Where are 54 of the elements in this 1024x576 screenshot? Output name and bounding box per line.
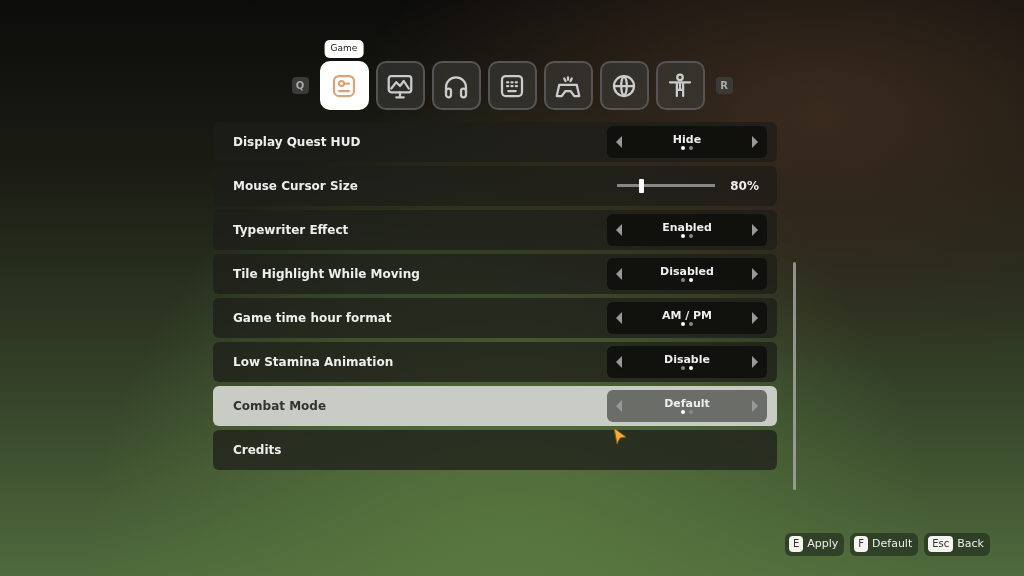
option-selector[interactable]: Disable [607, 346, 767, 378]
tooltip: Game [324, 40, 364, 58]
tab[interactable] [375, 61, 425, 110]
setting-row[interactable]: Mouse Cursor Size 80% [213, 166, 777, 206]
option-selector[interactable]: AM / PM [607, 302, 767, 334]
option-value: Hide [672, 133, 702, 147]
right-arrow-icon[interactable] [751, 135, 759, 149]
setting-label: Tile Highlight While Moving [233, 266, 420, 283]
left-arrow-icon[interactable] [615, 135, 623, 149]
setting-row[interactable]: Low Stamina Animation Disable [213, 342, 777, 382]
right-arrow-icon[interactable] [751, 311, 759, 325]
setting-row[interactable]: Typewriter Effect Enabled [213, 210, 777, 250]
tab[interactable] [599, 61, 649, 110]
setting-label: Display Quest HUD [233, 134, 361, 151]
key-hint: R [715, 77, 733, 94]
left-arrow-icon[interactable] [615, 223, 623, 237]
scrollbar[interactable] [793, 262, 796, 490]
right-arrow-icon[interactable] [751, 267, 759, 281]
footer-button[interactable]: Esc Back [924, 533, 990, 556]
left-arrow-icon[interactable] [615, 311, 623, 325]
option-value: Disable [664, 353, 710, 367]
option-value: Enabled [662, 221, 712, 235]
setting-row[interactable]: Credits [213, 430, 777, 470]
setting-row[interactable]: Combat Mode Default [213, 386, 777, 426]
setting-row[interactable]: Tile Highlight While Moving Disabled [213, 254, 777, 294]
right-arrow-icon[interactable] [751, 223, 759, 237]
left-arrow-icon[interactable] [615, 355, 623, 369]
option-value: AM / PM [661, 309, 713, 323]
slider[interactable] [617, 179, 715, 193]
setting-row[interactable]: Game time hour format AM / PM [213, 298, 777, 338]
setting-label: Low Stamina Animation [233, 354, 394, 371]
left-arrow-icon[interactable] [615, 267, 623, 281]
slider-value: 80% [730, 178, 759, 195]
setting-label: Game time hour format [233, 310, 392, 327]
tab[interactable] [487, 61, 537, 110]
option-value: Disabled [660, 265, 714, 279]
tab[interactable] [543, 61, 593, 110]
option-selector[interactable]: Enabled [607, 214, 767, 246]
option-selector[interactable]: Disabled [607, 258, 767, 290]
setting-row[interactable]: Display Quest HUD Hide [213, 122, 777, 162]
slider-thumb[interactable] [638, 179, 644, 193]
tab[interactable] [431, 61, 481, 110]
setting-label: Mouse Cursor Size [233, 178, 358, 195]
option-value: Default [664, 397, 710, 411]
option-selector[interactable]: Hide [607, 126, 767, 158]
key-hint: Q [291, 77, 309, 94]
setting-label: Combat Mode [233, 398, 327, 415]
setting-label: Typewriter Effect [233, 222, 349, 239]
tab[interactable] [655, 61, 705, 110]
footer-button[interactable]: E Apply [784, 533, 845, 556]
cursor-icon [613, 427, 627, 445]
setting-label: Credits [233, 442, 282, 459]
right-arrow-icon[interactable] [751, 355, 759, 369]
footer-button[interactable]: F Default [850, 533, 919, 556]
